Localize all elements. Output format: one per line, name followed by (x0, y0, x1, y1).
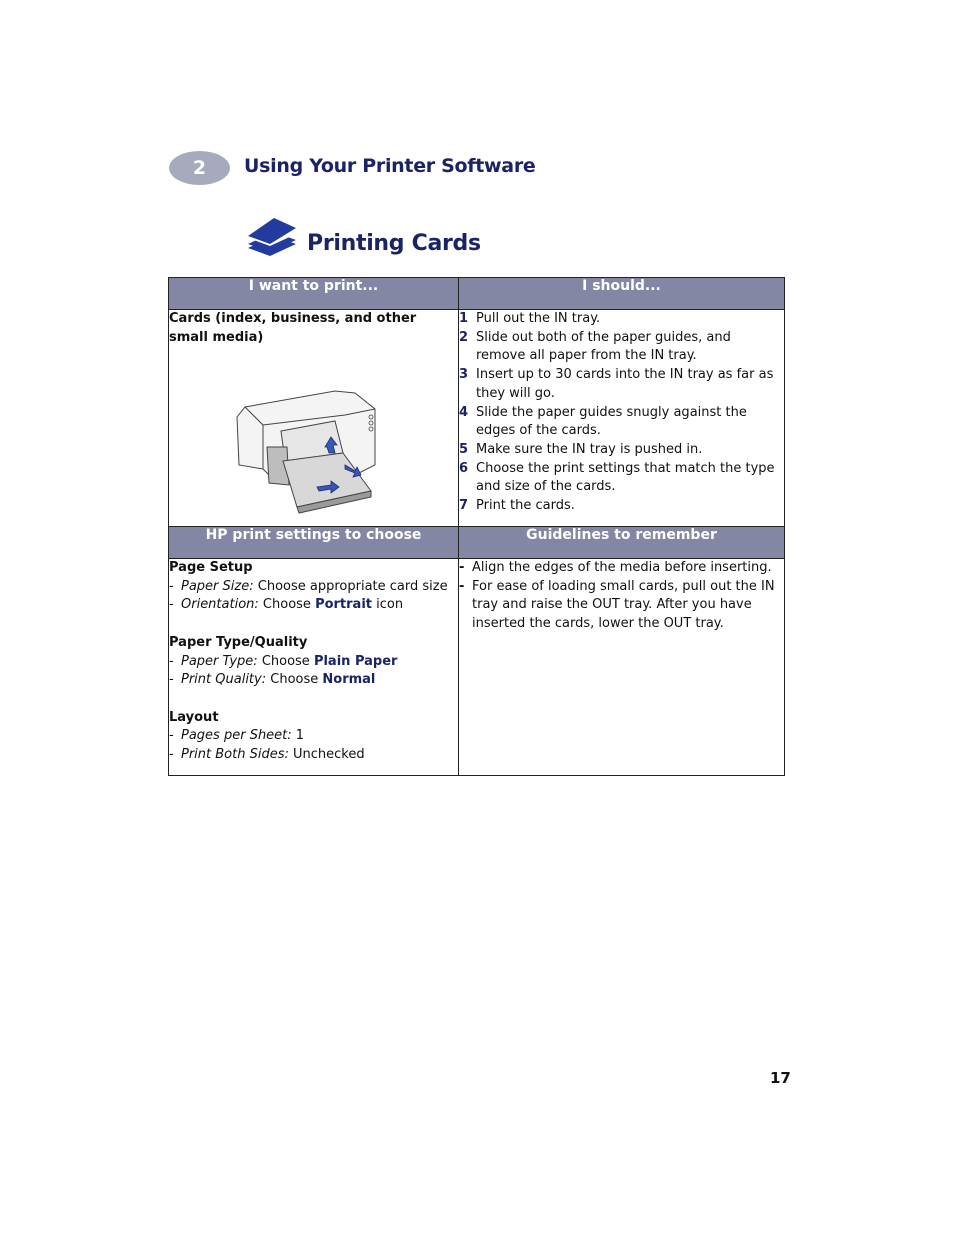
step-text: Pull out the IN tray. (476, 311, 601, 326)
step-number: 5 (459, 441, 469, 457)
step-number: 4 (459, 404, 469, 420)
paper-type-quality-group: Paper Type/Quality - Paper Type: Choose … (169, 634, 458, 690)
stacked-cards-icon (248, 218, 296, 256)
dash: - (169, 597, 174, 613)
setting-label: Paper Size: (181, 578, 254, 594)
guidelines-list: - Align the edges of the media before ins… (459, 559, 784, 634)
chapter-title: Using Your Printer Software (244, 155, 536, 177)
page-setup-group: Page Setup - Paper Size: Choose appropri… (169, 559, 458, 615)
paper-type-quality-title: Paper Type/Quality (169, 634, 308, 650)
step-text: Choose the print settings that match the… (476, 460, 775, 495)
step-number: 1 (459, 311, 469, 326)
page-setup-title: Page Setup (169, 560, 253, 575)
setting-value: Portrait (315, 597, 373, 613)
dash: - (169, 747, 174, 762)
setting-value: Plain Paper (313, 653, 398, 669)
step-text: Slide the paper guides snugly against th… (476, 404, 747, 439)
step-number: 3 (459, 367, 469, 383)
layout-title: Layout (169, 709, 219, 725)
step-text: Print the cards. (476, 498, 575, 514)
setting-text: Choose appropriate card size (257, 578, 448, 594)
setting-value: 1 (295, 728, 305, 744)
setting-print-both-sides: - Print Both Sides: Unchecked (169, 746, 458, 765)
chapter-number-badge: 2 (169, 151, 230, 185)
step-number: 6 (459, 460, 469, 476)
guideline-item: - For ease of loading small cards, pull o… (459, 578, 784, 634)
step-text: Make sure the IN tray is pushed in. (476, 441, 703, 457)
steps-cell: 1 Pull out the IN tray. 2 Slide out both o… (458, 309, 785, 527)
step-item: 7 Print the cards. (459, 497, 784, 516)
setting-label: Print Quality: (181, 672, 267, 688)
step-item: 6 Choose the print settings that match th… (459, 460, 784, 497)
guideline-text: Align the edges of the media before inse… (472, 560, 772, 575)
setting-pages-per-sheet: - Pages per Sheet: 1 (169, 727, 458, 746)
setting-orientation: - Orientation: Choose Portrait icon (169, 596, 458, 615)
bullet: - (459, 578, 465, 594)
page-number: 17 (770, 1069, 791, 1087)
dash: - (169, 653, 174, 669)
steps-list: 1 Pull out the IN tray. 2 Slide out both o… (459, 310, 784, 516)
header-should: I should... (458, 277, 785, 310)
setting-print-quality: - Print Quality: Choose Normal (169, 671, 458, 690)
setting-label: Orientation: (181, 597, 259, 613)
guideline-text: For ease of loading small cards, pull ou… (472, 578, 775, 632)
setting-text: Choose (261, 653, 310, 669)
setting-text: icon (376, 597, 404, 613)
dash: - (169, 728, 174, 744)
printing-cards-table: I want to print... I should... Cards (in… (168, 277, 785, 776)
dash: - (169, 672, 174, 688)
step-item: 1 Pull out the IN tray. (459, 310, 784, 329)
setting-label: Print Both Sides: (181, 747, 289, 762)
header-want-to-print: I want to print... (168, 277, 459, 310)
setting-text: Choose (270, 672, 319, 688)
setting-label: Paper Type: (181, 653, 258, 669)
setting-paper-size: - Paper Size: Choose appropriate card si… (169, 578, 458, 597)
setting-paper-type: - Paper Type: Choose Plain Paper (169, 653, 458, 672)
step-item: 3 Insert up to 30 cards into the IN tray … (459, 366, 784, 403)
step-text: Slide out both of the paper guides, and … (476, 329, 731, 364)
printer-illustration (236, 390, 376, 514)
dash: - (169, 578, 174, 594)
step-number: 2 (459, 329, 469, 345)
media-cell: Cards (index, business, and other small … (168, 309, 459, 527)
setting-value: Unchecked (293, 747, 365, 762)
guideline-item: - Align the edges of the media before ins… (459, 559, 784, 578)
media-type: Cards (index, business, and other small … (169, 311, 417, 345)
header-guidelines: Guidelines to remember (458, 526, 785, 559)
step-number: 7 (459, 498, 469, 514)
setting-text: Choose (262, 597, 311, 613)
settings-cell: Page Setup - Paper Size: Choose appropri… (168, 558, 459, 776)
setting-value: Normal (322, 672, 376, 688)
step-item: 4 Slide the paper guides snugly against t… (459, 404, 784, 441)
layout-group: Layout - Pages per Sheet: 1 - Print Both… (169, 709, 458, 765)
step-item: 2 Slide out both of the paper guides, and… (459, 329, 784, 366)
section-title: Printing Cards (307, 231, 481, 256)
step-item: 5 Make sure the IN tray is pushed in. (459, 441, 784, 460)
setting-label: Pages per Sheet: (181, 728, 292, 744)
bullet: - (459, 560, 465, 575)
step-text: Insert up to 30 cards into the IN tray a… (476, 367, 774, 401)
guidelines-cell: - Align the edges of the media before ins… (458, 558, 785, 776)
header-settings: HP print settings to choose (168, 526, 459, 559)
